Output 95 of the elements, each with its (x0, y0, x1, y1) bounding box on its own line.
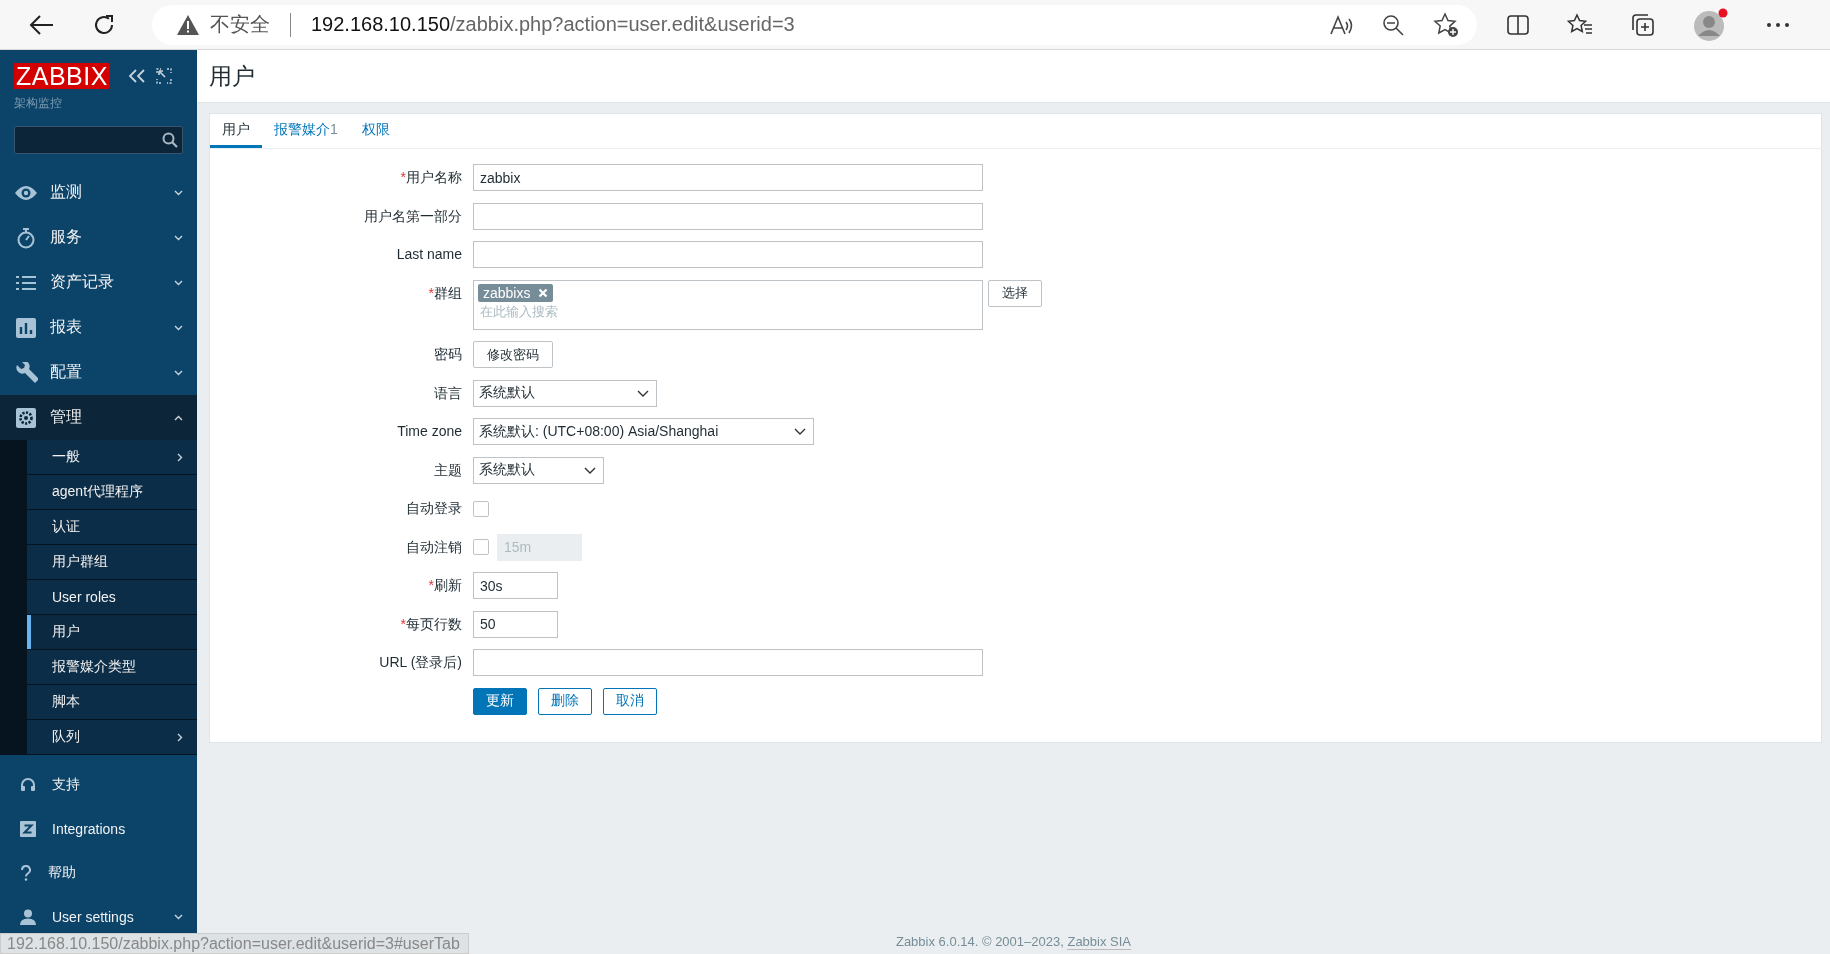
action-button[interactable]: 取消 (603, 687, 657, 715)
field-label: *刷新 (427, 576, 463, 595)
submenu-item[interactable]: 报警媒介类型 (27, 650, 197, 685)
security-label: 不安全 (210, 12, 270, 37)
menu-item[interactable]: 报表 (0, 305, 197, 350)
field-label: 自动登录 (405, 499, 463, 518)
chevron-down-icon (637, 389, 649, 397)
submenu-item[interactable]: 脚本 (27, 685, 197, 720)
profile-avatar-icon[interactable] (1693, 7, 1729, 42)
field-label: URL (登录后) (378, 653, 463, 672)
server-name: 架构监控 (13, 95, 63, 112)
action-button[interactable]: 更新 (473, 687, 527, 715)
chevron-down-icon (174, 324, 183, 331)
search-icon (162, 132, 178, 148)
collections-icon[interactable] (1630, 11, 1656, 38)
tab[interactable]: 权限 (349, 114, 402, 148)
add-favorite-icon[interactable] (1433, 11, 1459, 38)
checkbox[interactable] (473, 500, 489, 517)
menu-item[interactable]: 管理 (0, 395, 197, 440)
search-field[interactable] (14, 126, 183, 154)
back-icon[interactable] (29, 13, 55, 36)
submenu-item[interactable]: 认证 (27, 510, 197, 545)
chevron-down-icon (174, 279, 183, 286)
dropdown[interactable]: 系统默认 (473, 379, 657, 407)
dropdown[interactable]: 系统默认 (473, 456, 604, 484)
z-logo-icon (20, 821, 36, 837)
page-title: 用户 (209, 61, 255, 91)
menu-item[interactable]: 配置 (0, 350, 197, 395)
checkbox[interactable] (473, 539, 489, 555)
chevron-down-icon (174, 914, 183, 920)
change-password-button[interactable]: 修改密码 (473, 341, 553, 368)
favorites-icon[interactable] (1567, 12, 1593, 37)
select-button[interactable]: 选择 (988, 279, 1042, 307)
bar-chart-icon (14, 317, 38, 338)
zoom-out-icon[interactable] (1381, 12, 1405, 37)
zabbix-logo[interactable]: ZABBIX (14, 63, 110, 89)
dropdown[interactable]: 系统默认: (UTC+08:00) Asia/Shanghai (473, 418, 814, 445)
action-button[interactable]: 删除 (538, 687, 592, 715)
group-tag: zabbixs (478, 283, 554, 302)
collapse-sidebar-icon[interactable] (127, 69, 146, 83)
submenu-item[interactable]: 队列 (27, 720, 197, 755)
headset-icon (20, 777, 36, 793)
field-label: 自动注销 (405, 537, 463, 557)
submenu-item[interactable]: agent代理程序 (27, 475, 197, 510)
field-label: *群组 (427, 283, 463, 303)
text-field[interactable]: 30s (473, 572, 558, 599)
text-field[interactable] (473, 649, 983, 676)
help-icon (20, 865, 32, 881)
text-field[interactable] (473, 202, 983, 230)
chevron-right-icon (177, 732, 183, 742)
chevron-right-icon (177, 452, 183, 462)
reload-icon[interactable] (92, 12, 116, 37)
tab[interactable]: 用户 (210, 114, 262, 148)
text-field[interactable]: 50 (473, 610, 558, 638)
remove-icon[interactable] (538, 287, 549, 298)
chevron-down-icon (174, 234, 183, 241)
eye-icon (14, 184, 38, 201)
split-screen-icon[interactable] (1506, 12, 1530, 37)
menu-item[interactable]: Integrations (0, 807, 197, 851)
warning-icon (176, 13, 200, 36)
chevron-down-icon (174, 189, 183, 196)
url-text: 192.168.10.150/zabbix.php?action=user.edit&userid=3 (311, 13, 795, 36)
link-url-tooltip: 192.168.10.150/zabbix.php?action=user.edit&userid=3#userTab (0, 933, 469, 954)
copyright-text: Zabbix 6.0.14. © 2001–2023, (895, 934, 1064, 949)
menu-item[interactable]: 监测 (0, 170, 197, 215)
wrench-icon (14, 361, 38, 384)
chevron-down-icon (794, 428, 806, 435)
chevron-down-icon (174, 369, 183, 376)
field-label: *用户名称 (399, 168, 463, 187)
submenu-item[interactable]: 用户 (27, 615, 197, 650)
menu-item[interactable]: 资产记录 (0, 260, 197, 305)
field-label: Time zone (396, 422, 463, 441)
user-icon (20, 909, 36, 925)
address-bar[interactable]: 不安全 192.168.10.150/zabbix.php?action=user.edit&userid=3 (152, 4, 1477, 45)
submenu-item[interactable]: User roles (27, 580, 197, 615)
list-icon (14, 274, 38, 291)
text-field[interactable]: zabbix (473, 164, 983, 191)
field-label: 用户名第一部分 (363, 206, 463, 226)
field-label: 主题 (433, 460, 463, 480)
menu-item[interactable]: 支持 (0, 763, 197, 807)
menu-item[interactable]: 帮助 (0, 851, 197, 895)
text-field[interactable] (473, 241, 983, 268)
chevron-down-icon (584, 466, 596, 474)
field-label: Last name (395, 245, 463, 264)
gear-icon (14, 407, 38, 428)
submenu-item[interactable]: 用户群组 (27, 545, 197, 580)
field-label: *每页行数 (399, 614, 463, 634)
more-icon[interactable] (1766, 21, 1790, 28)
submenu-item[interactable]: 一般 (27, 440, 197, 475)
field-label: 语言 (433, 383, 463, 403)
tab[interactable]: 报警媒介1 (262, 114, 350, 148)
field-label: 密码 (433, 345, 463, 364)
menu-item[interactable]: 服务 (0, 215, 197, 260)
chevron-up-icon (174, 414, 183, 421)
read-aloud-icon[interactable] (1329, 13, 1353, 36)
